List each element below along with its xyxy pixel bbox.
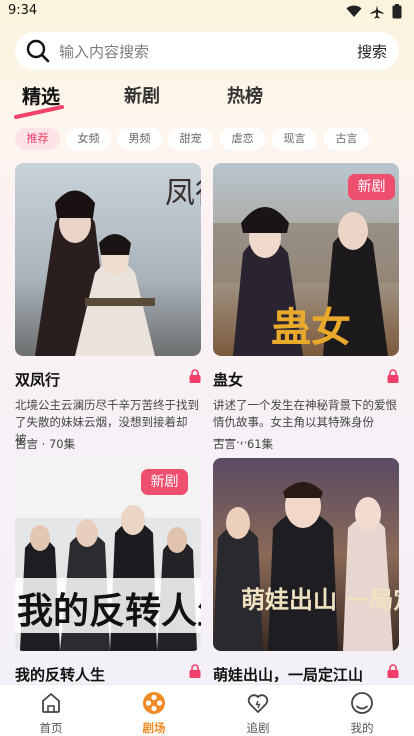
- chip-sweet[interactable]: 甜宠: [168, 128, 213, 150]
- drama-meta: 古言 · 70集: [15, 437, 76, 451]
- lock-icon: [189, 369, 201, 383]
- status-icons: [346, 4, 402, 19]
- nav-profile-label: 我的: [350, 721, 374, 735]
- lock-icon: [189, 664, 201, 678]
- new-badge: 新剧: [141, 469, 188, 495]
- drama-poster[interactable]: 蛊女 新剧: [213, 163, 399, 356]
- lock-icon: [387, 369, 399, 383]
- wifi-icon: [346, 5, 362, 17]
- new-badge: 新剧: [348, 174, 395, 200]
- profile-icon: [351, 692, 373, 714]
- drama-card[interactable]: 萌娃出山 一局定江山 萌娃出山，一局定江山: [213, 458, 399, 684]
- poster-title: 我的反转人生: [17, 591, 201, 632]
- drama-card[interactable]: 我的反转人生 新剧 我的反转人生: [15, 458, 201, 684]
- drama-poster[interactable]: 凤行: [15, 163, 201, 356]
- drama-poster[interactable]: 我的反转人生 新剧: [15, 458, 201, 651]
- nav-following-label: 追剧: [246, 721, 270, 735]
- chip-female[interactable]: 女频: [66, 128, 111, 150]
- nav-following[interactable]: 追剧: [228, 691, 288, 736]
- drama-title: 萌娃出山，一局定江山: [213, 666, 364, 684]
- nav-profile[interactable]: 我的: [332, 691, 392, 736]
- nav-home-label: 首页: [39, 721, 63, 735]
- status-time: 9:34: [8, 3, 38, 18]
- chip-ancient[interactable]: 古言: [324, 128, 369, 150]
- bottom-navigation: 首页 剧场 追剧 我的: [0, 684, 414, 736]
- poster-title: 蛊女: [271, 304, 351, 351]
- battery-icon: [392, 4, 402, 19]
- film-reel-icon: [143, 692, 165, 714]
- drama-title: 我的反转人生: [15, 666, 106, 684]
- drama-title: 双凤行: [15, 371, 61, 389]
- search-button[interactable]: 搜索: [357, 41, 387, 62]
- nav-theater[interactable]: 剧场: [124, 691, 184, 736]
- nav-home[interactable]: 首页: [21, 691, 81, 736]
- drama-card[interactable]: 蛊女 新剧 蛊女 讲述了一个发生在神秘背景下的爱恨情仇故事。女主角以其特殊身份—…: [213, 163, 399, 451]
- search-icon: [26, 39, 50, 63]
- category-tabs: 精选 新剧 热榜: [0, 82, 414, 119]
- tab-hot[interactable]: 热榜: [227, 82, 263, 108]
- chip-male[interactable]: 男频: [117, 128, 162, 150]
- lock-icon: [387, 664, 399, 678]
- nav-theater-label: 剧场: [142, 721, 166, 735]
- chip-modern[interactable]: 现言: [272, 128, 317, 150]
- poster-title: 萌娃出山 一局定江山: [241, 585, 399, 614]
- status-bar: 9:34: [0, 0, 414, 24]
- home-icon: [42, 693, 60, 713]
- tab-new[interactable]: 新剧: [124, 82, 160, 108]
- chip-angst[interactable]: 虐恋: [220, 128, 265, 150]
- drama-card[interactable]: 凤行 双凤行 北境公主云澜历尽千辛万苦终于找到了失散的妹妹云烟，没想到接着却被……: [15, 163, 201, 451]
- heart-icon: [247, 694, 269, 713]
- poster-title: 凤行: [165, 176, 201, 211]
- drama-poster[interactable]: 萌娃出山 一局定江山: [213, 458, 399, 651]
- airplane-icon: [370, 5, 384, 18]
- drama-meta: 古言 · 61集: [213, 437, 274, 451]
- search-input[interactable]: 输入内容搜索: [59, 41, 357, 62]
- search-bar[interactable]: 输入内容搜索 搜索: [15, 32, 399, 70]
- tab-active-underline: [14, 105, 64, 119]
- drama-title: 蛊女: [213, 371, 244, 389]
- chip-recommend[interactable]: 推荐: [15, 128, 60, 150]
